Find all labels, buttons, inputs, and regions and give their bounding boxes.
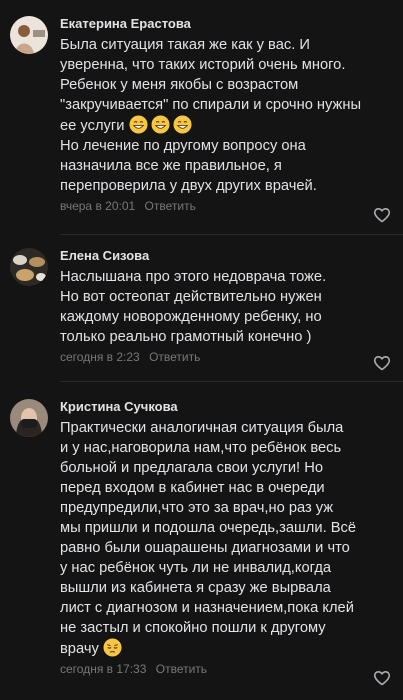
grinning-face-emoji (172, 115, 192, 134)
comment-meta: вчера в 20:01 Ответить (60, 198, 369, 214)
comment-time[interactable]: сегодня в 2:23 (60, 350, 140, 364)
comment-line: назначила все же правильное, я (60, 158, 282, 174)
comment-line: Но лечение по другому вопросу она (60, 138, 306, 154)
reply-button[interactable]: Ответить (156, 662, 207, 676)
comment-text: Наслышана про этого недоврача тоже. Но в… (60, 267, 369, 347)
pensive-face-emoji (103, 638, 122, 657)
comment-line: мы пришли и подошла очередь,зашли. Всё (60, 520, 357, 536)
heart-icon[interactable] (373, 207, 391, 223)
avatar[interactable] (10, 399, 48, 437)
comment-line: уверенна, что таких историй очень много. (60, 57, 346, 73)
comment-line: только реально грамотный конечно ) (60, 329, 312, 345)
comment-line: равно были ошарашены диагнозами и что (60, 540, 350, 556)
grinning-face-emoji (150, 115, 170, 134)
comment-time[interactable]: вчера в 20:01 (60, 199, 135, 213)
comment-line-with-emoji: врачу (60, 638, 369, 659)
comment-divider (60, 381, 403, 382)
comment-line: перед входом в кабинет нас в очереди (60, 480, 325, 496)
comment-line: Ребенок у меня якобы с возрастом (60, 77, 299, 93)
comment-line: не застыл и спокойно пошли к другому (60, 620, 326, 636)
comment-author[interactable]: Кристина Сучкова (60, 399, 369, 415)
comment-line: Наслышана про этого недоврача тоже. (60, 269, 327, 285)
comment-line: каждому новорожденному ребенку, но (60, 309, 322, 325)
comment-item: Кристина Сучкова Практически аналогичная… (0, 399, 403, 686)
comment-line: ее услуги (60, 118, 125, 134)
comment-line-with-emoji: ее услуги (60, 115, 369, 136)
reply-button[interactable]: Ответить (145, 199, 196, 213)
heart-icon[interactable] (373, 670, 391, 686)
comment-text: Практически аналогичная ситуация была и … (60, 418, 369, 659)
comment-line: больной и предлагала свои услуги! Но (60, 460, 323, 476)
comment-divider (60, 234, 403, 235)
comment-line: вышли из кабинета я сразу же вырвала (60, 580, 331, 596)
comment-time[interactable]: сегодня в 17:33 (60, 662, 146, 676)
heart-icon[interactable] (373, 355, 391, 371)
comment-line: Была ситуация такая же как у вас. И (60, 37, 310, 53)
comment-author[interactable]: Екатерина Ерастова (60, 16, 369, 32)
comment-line: врачу (60, 641, 99, 657)
comment-line: и у нас,наговорила нам,что ребёнок весь (60, 440, 342, 456)
reply-button[interactable]: Ответить (149, 350, 200, 364)
avatar[interactable] (10, 248, 48, 286)
comment-line: у нас ребёнок чуть ли не инвалид,когда (60, 560, 332, 576)
comment-meta: сегодня в 17:33 Ответить (60, 661, 369, 677)
comment-line: Но вот остеопат действительно нужен (60, 289, 322, 305)
comment-line: предупредили,что это за врач,но раз уж (60, 500, 334, 516)
avatar[interactable] (10, 16, 48, 54)
comment-item: Елена Сизова Наслышана про этого недовра… (0, 248, 403, 371)
comment-line: перепроверила у двух других врачей. (60, 178, 317, 194)
comment-line: "закручивается" по спирали и срочно нужн… (60, 97, 362, 113)
comment-item: Екатерина Ерастова Была ситуация такая ж… (0, 16, 403, 223)
comment-meta: сегодня в 2:23 Ответить (60, 349, 369, 365)
comment-author[interactable]: Елена Сизова (60, 248, 369, 264)
grinning-face-emoji (128, 115, 148, 134)
comment-text: Была ситуация такая же как у вас. И увер… (60, 35, 369, 196)
comment-line: лист с диагнозом и назначением,пока клей (60, 600, 354, 616)
comment-line: Практически аналогичная ситуация была (60, 420, 344, 436)
